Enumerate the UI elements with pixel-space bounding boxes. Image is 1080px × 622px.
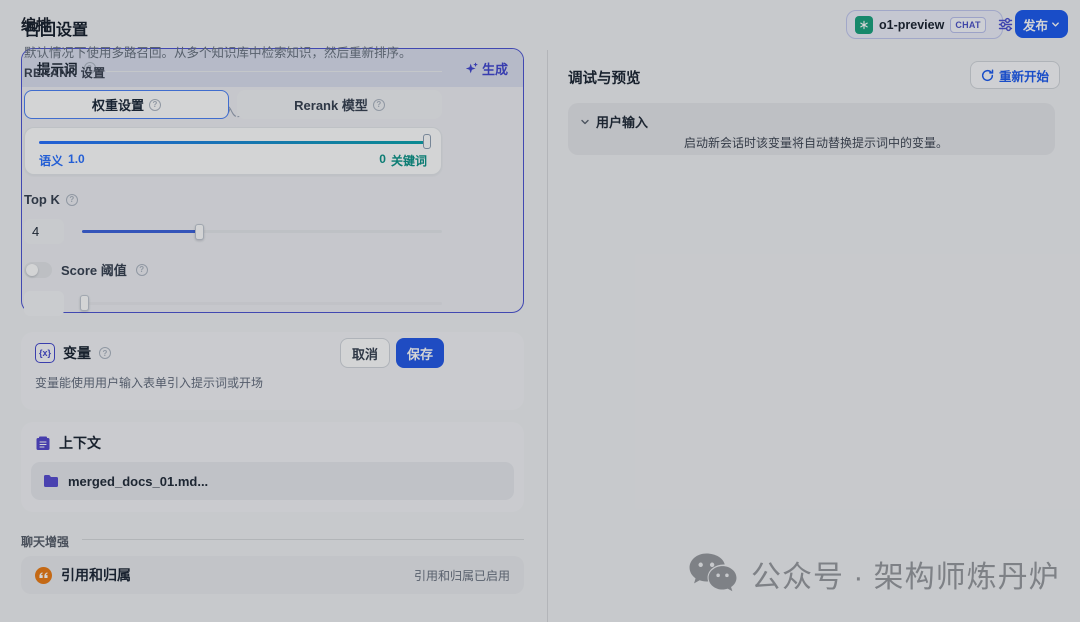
watermark-text: 公众号 · 架构师炼丹炉 <box>751 552 1060 596</box>
wechat-icon <box>688 552 738 596</box>
modal-backdrop[interactable] <box>0 0 1080 622</box>
watermark: 公众号 · 架构师炼丹炉 <box>688 552 1060 596</box>
